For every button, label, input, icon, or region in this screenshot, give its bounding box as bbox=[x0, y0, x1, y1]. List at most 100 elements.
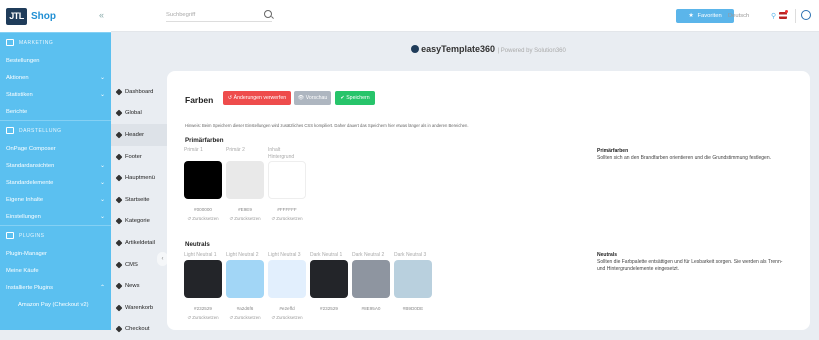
color-hex-value[interactable]: #B9D0DE bbox=[394, 306, 432, 311]
swatch-name: Light Neutral 3 bbox=[268, 252, 301, 258]
favorites-button[interactable]: ★ Favoriten bbox=[676, 9, 734, 23]
color-picker-box[interactable] bbox=[394, 260, 432, 298]
subnav-item[interactable]: Checkout bbox=[111, 319, 167, 340]
section-label: DARSTELLUNG bbox=[19, 127, 62, 134]
color-hex-value[interactable]: #232529 bbox=[310, 306, 348, 311]
subnav-item[interactable]: Global bbox=[111, 103, 167, 125]
subnav-item-label: Checkout bbox=[125, 326, 150, 333]
sidebar-item[interactable]: Plugin-Manager bbox=[0, 245, 111, 262]
color-hex-value[interactable]: #232529 bbox=[184, 306, 222, 311]
subnav-item-label: Artikeldetail bbox=[125, 239, 155, 246]
reset-link[interactable]: ↺ Zurücksetzen bbox=[184, 315, 222, 321]
subnav-item-label: Hauptmenü bbox=[125, 175, 155, 182]
sidebar-item-label: Plugin-Manager bbox=[6, 250, 47, 257]
color-picker-box[interactable] bbox=[268, 260, 306, 298]
reset-link[interactable]: ↺ Zurücksetzen bbox=[268, 315, 306, 321]
chevron-icon: ⌄ bbox=[99, 163, 105, 169]
reset-link[interactable]: ↺ Zurücksetzen bbox=[226, 315, 264, 321]
sidebar-item[interactable]: Berichte bbox=[0, 103, 111, 120]
discard-label: Änderungen verwerfen bbox=[233, 95, 287, 101]
colors-card: Farben ↺ Änderungen verwerfen 👁 Vorschau… bbox=[167, 71, 810, 330]
search-input[interactable]: Suchbegriff bbox=[166, 9, 272, 22]
color-picker-box[interactable] bbox=[352, 260, 390, 298]
color-swatch: Dark Neutral 1 #232529 bbox=[310, 252, 348, 311]
sidebar-item[interactable]: OnPage Composer bbox=[0, 140, 111, 157]
sidebar-item[interactable]: Standardelemente ⌄ bbox=[0, 174, 111, 191]
sidebar-item[interactable]: Meine Käufe bbox=[0, 262, 111, 279]
color-hex-value[interactable]: #E9E9 bbox=[226, 207, 264, 212]
subnav-item-label: Header bbox=[125, 131, 145, 138]
language-selector[interactable]: Deutsch bbox=[728, 13, 749, 19]
sidebar-item[interactable]: Aktionen ⌄ bbox=[0, 69, 111, 86]
save-button[interactable]: ✔ Speichern bbox=[335, 91, 375, 105]
reset-label: Zurücksetzen bbox=[234, 315, 261, 320]
chevron-icon: ⌄ bbox=[99, 197, 105, 203]
color-hex-value[interactable]: #FFFFFF bbox=[268, 207, 306, 212]
flag-icon[interactable] bbox=[779, 12, 787, 19]
cube-icon bbox=[115, 239, 123, 247]
swatch-name-line2: Hintergrund bbox=[268, 154, 295, 160]
subnav-item[interactable]: Header bbox=[111, 124, 167, 146]
subnav-item[interactable]: Startseite bbox=[111, 189, 167, 211]
shop-label: Shop bbox=[31, 10, 56, 22]
sidebar-item[interactable]: Eigene Inhalte ⌄ bbox=[0, 191, 111, 208]
subnav-item-label: News bbox=[125, 283, 140, 290]
color-swatch: Light Neutral 2 #a2d6f6 ↺ Zurücksetzen bbox=[226, 252, 264, 321]
divider bbox=[795, 9, 796, 23]
preview-button[interactable]: 👁 Vorschau bbox=[294, 91, 331, 105]
color-picker-box[interactable] bbox=[184, 161, 222, 199]
color-picker-box[interactable] bbox=[226, 161, 264, 199]
template-subnav: Dashboard Global Header Footer Hauptmenü Star… bbox=[111, 81, 167, 333]
user-icon[interactable] bbox=[801, 10, 811, 20]
section-icon bbox=[6, 127, 14, 134]
sidebar-item[interactable]: Bestellungen bbox=[0, 52, 111, 69]
discard-changes-button[interactable]: ↺ Änderungen verwerfen bbox=[223, 91, 291, 105]
sidebar-item[interactable]: Installierte Plugins ⌃ bbox=[0, 279, 111, 296]
swatch-name: Dark Neutral 2 bbox=[352, 252, 385, 258]
color-picker-box[interactable] bbox=[226, 260, 264, 298]
sidebar-item-label: OnPage Composer bbox=[6, 145, 56, 152]
subnav-item[interactable]: Dashboard bbox=[111, 81, 167, 103]
swatch-name: Primär 2 bbox=[226, 147, 245, 153]
color-hex-value[interactable]: #a2d6f6 bbox=[226, 306, 264, 311]
color-hex-value[interactable]: #8E95A0 bbox=[352, 306, 390, 311]
color-hex-value[interactable]: #000000 bbox=[184, 207, 222, 212]
subnav-item[interactable]: Kategorie bbox=[111, 211, 167, 233]
chevron-icon: ⌄ bbox=[99, 214, 105, 220]
color-swatch: Primär 1 #000000 ↺ Zurücksetzen bbox=[184, 147, 222, 222]
subnav-item[interactable]: News bbox=[111, 275, 167, 297]
reset-label: Zurücksetzen bbox=[192, 315, 219, 320]
section-label: PLUGINS bbox=[19, 232, 45, 239]
color-picker-box[interactable] bbox=[310, 260, 348, 298]
location-pin-icon[interactable]: ⚲ bbox=[771, 12, 776, 20]
star-icon: ★ bbox=[688, 13, 694, 19]
subnav-item[interactable]: Hauptmenü bbox=[111, 167, 167, 189]
color-hex-value[interactable]: #e2effd bbox=[268, 306, 306, 311]
sidebar-item[interactable]: Standardansichten ⌄ bbox=[0, 157, 111, 174]
reset-link[interactable]: ↺ Zurücksetzen bbox=[226, 216, 264, 222]
color-swatch: Light Neutral 3 #e2effd ↺ Zurücksetzen bbox=[268, 252, 306, 321]
swatch-name: Light Neutral 1 bbox=[184, 252, 217, 258]
color-picker-box[interactable] bbox=[268, 161, 306, 199]
subnav-item[interactable]: Footer bbox=[111, 146, 167, 168]
cube-icon bbox=[115, 88, 123, 96]
sidebar-item[interactable]: Amazon Pay (Checkout v2) bbox=[0, 296, 111, 313]
sidebar-item[interactable]: Statistiken ⌄ bbox=[0, 86, 111, 103]
preview-label: Vorschau bbox=[305, 95, 328, 101]
color-picker-box[interactable] bbox=[184, 260, 222, 298]
cube-icon bbox=[115, 153, 123, 160]
subnav-item[interactable]: Artikeldetail bbox=[111, 232, 167, 254]
easytemplate-logo-icon bbox=[411, 45, 420, 53]
sidebar: JTL Shop « MARKETING Bestellungen Aktionen… bbox=[0, 0, 111, 330]
jtl-logo[interactable]: JTL bbox=[6, 7, 27, 25]
reset-link[interactable]: ↺ Zurücksetzen bbox=[184, 216, 222, 222]
powered-by: Powered by Solution360 bbox=[500, 48, 566, 54]
subnav-item[interactable]: Warenkorb bbox=[111, 297, 167, 319]
primary-desc-title: Primärfarben bbox=[597, 148, 629, 154]
reset-link[interactable]: ↺ Zurücksetzen bbox=[268, 216, 306, 222]
color-swatch: Inhalt Hintergrund #FFFFFF ↺ Zurücksetzen bbox=[268, 147, 306, 222]
search-icon[interactable] bbox=[264, 10, 272, 18]
swatch-name: Dark Neutral 3 bbox=[394, 252, 427, 258]
sidebar-item[interactable]: Einstellungen ⌄ bbox=[0, 208, 111, 225]
collapse-sidebar-icon[interactable]: « bbox=[99, 10, 104, 20]
